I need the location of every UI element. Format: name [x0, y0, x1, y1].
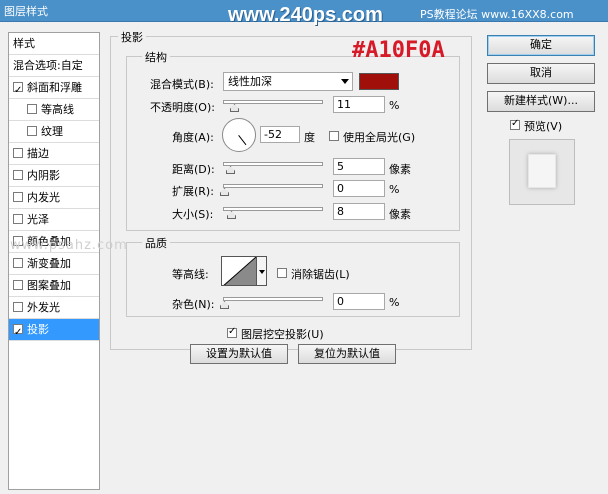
spread-unit: % [389, 183, 400, 196]
preview-label: 预览(V) [524, 120, 563, 133]
opacity-unit: % [389, 99, 400, 112]
contour-dropdown[interactable] [257, 256, 267, 286]
angle-unit: 度 [304, 131, 315, 144]
checkbox-outer-glow[interactable] [13, 302, 23, 312]
shadow-color-swatch[interactable] [359, 73, 399, 90]
watermark-site-2: PS教程论坛 www.16XX8.com [420, 8, 574, 21]
opacity-label: 不透明度(O): [150, 101, 215, 114]
size-label: 大小(S): [172, 208, 214, 221]
size-unit: 像素 [389, 208, 411, 221]
checkbox-drop-shadow[interactable] [13, 322, 23, 344]
distance-label: 距离(D): [172, 163, 215, 176]
style-preview-thumbnail [509, 139, 575, 205]
noise-field[interactable]: 0 [333, 293, 385, 310]
list-item-inner-shadow[interactable]: 内阴影 [9, 165, 99, 187]
opacity-slider-track[interactable] [223, 100, 323, 104]
list-item-bevel-emboss[interactable]: 斜面和浮雕 [9, 77, 99, 102]
distance-unit: 像素 [389, 163, 411, 176]
checkbox-pattern-overlay[interactable] [13, 280, 23, 290]
ok-button[interactable]: 确定 [487, 35, 595, 56]
list-item-stroke[interactable]: 描边 [9, 143, 99, 165]
antialias-label: 消除锯齿(L) [291, 268, 350, 281]
global-light-label: 使用全局光(G) [343, 131, 416, 144]
noise-slider-track[interactable] [223, 297, 323, 301]
noise-label: 杂色(N): [172, 298, 215, 311]
list-item-satin[interactable]: 光泽 [9, 209, 99, 231]
title-bar: 图层样式 www.240ps.com PS教程论坛 www.16XX8.com [0, 0, 608, 26]
window-title: 图层样式 [4, 5, 48, 18]
distance-slider-track[interactable] [223, 162, 323, 166]
distance-field[interactable]: 5 [333, 158, 385, 175]
list-item-texture[interactable]: 纹理 [9, 121, 99, 143]
global-light-checkbox[interactable] [329, 131, 339, 141]
angle-dial[interactable] [222, 118, 256, 152]
checkbox-contour[interactable] [27, 104, 37, 114]
quality-title: 品质 [142, 235, 170, 251]
blend-mode-label: 混合模式(B): [150, 78, 214, 91]
spread-label: 扩展(R): [172, 185, 214, 198]
list-item-styles[interactable]: 样式 [9, 33, 99, 55]
knockout-checkbox[interactable] [227, 326, 237, 338]
preview-checkbox[interactable] [510, 118, 520, 130]
contour-linear-icon [223, 257, 256, 285]
chevron-down-icon [341, 79, 349, 84]
contour-picker[interactable] [221, 256, 257, 286]
make-default-button[interactable]: 设置为默认值 [190, 344, 288, 364]
styles-list: 样式 混合选项:自定 斜面和浮雕 等高线 纹理 描边 内阴影 内发光 光泽 颜色… [8, 32, 100, 490]
checkbox-gradient-overlay[interactable] [13, 258, 23, 268]
new-style-button[interactable]: 新建样式(W)... [487, 91, 595, 112]
list-item-inner-glow[interactable]: 内发光 [9, 187, 99, 209]
checkbox-inner-glow[interactable] [13, 192, 23, 202]
opacity-field[interactable]: 11 [333, 96, 385, 113]
chevron-down-icon [259, 270, 265, 274]
antialias-checkbox[interactable] [277, 268, 287, 278]
checkbox-satin[interactable] [13, 214, 23, 224]
list-item-pattern-overlay[interactable]: 图案叠加 [9, 275, 99, 297]
checkbox-inner-shadow[interactable] [13, 170, 23, 180]
preview-shape [528, 154, 556, 188]
list-item-blending-options[interactable]: 混合选项:自定 [9, 55, 99, 77]
angle-field[interactable]: -52 [260, 126, 300, 143]
spread-field[interactable]: 0 [333, 180, 385, 197]
list-item-drop-shadow[interactable]: 投影 [9, 319, 99, 344]
size-field[interactable]: 8 [333, 203, 385, 220]
cancel-button[interactable]: 取消 [487, 63, 595, 84]
checkbox-texture[interactable] [27, 126, 37, 136]
angle-label: 角度(A): [172, 131, 214, 144]
list-item-outer-glow[interactable]: 外发光 [9, 297, 99, 319]
drop-shadow-title: 投影 [118, 29, 146, 45]
blend-mode-select[interactable]: 线性加深 [223, 72, 353, 91]
noise-unit: % [389, 296, 400, 309]
checkbox-bevel-emboss[interactable] [13, 80, 23, 102]
checkbox-stroke[interactable] [13, 148, 23, 158]
spread-slider-track[interactable] [223, 184, 323, 188]
structure-title: 结构 [142, 49, 170, 65]
contour-label: 等高线: [172, 268, 209, 281]
color-code-annotation: #A10F0A [352, 38, 445, 63]
watermark-site: www.240ps.com [228, 4, 383, 26]
angle-needle-icon [238, 135, 247, 146]
size-slider-track[interactable] [223, 207, 323, 211]
list-item-contour[interactable]: 等高线 [9, 99, 99, 121]
list-item-gradient-overlay[interactable]: 渐变叠加 [9, 253, 99, 275]
reset-default-button[interactable]: 复位为默认值 [298, 344, 396, 364]
knockout-label: 图层挖空投影(U) [241, 328, 324, 341]
